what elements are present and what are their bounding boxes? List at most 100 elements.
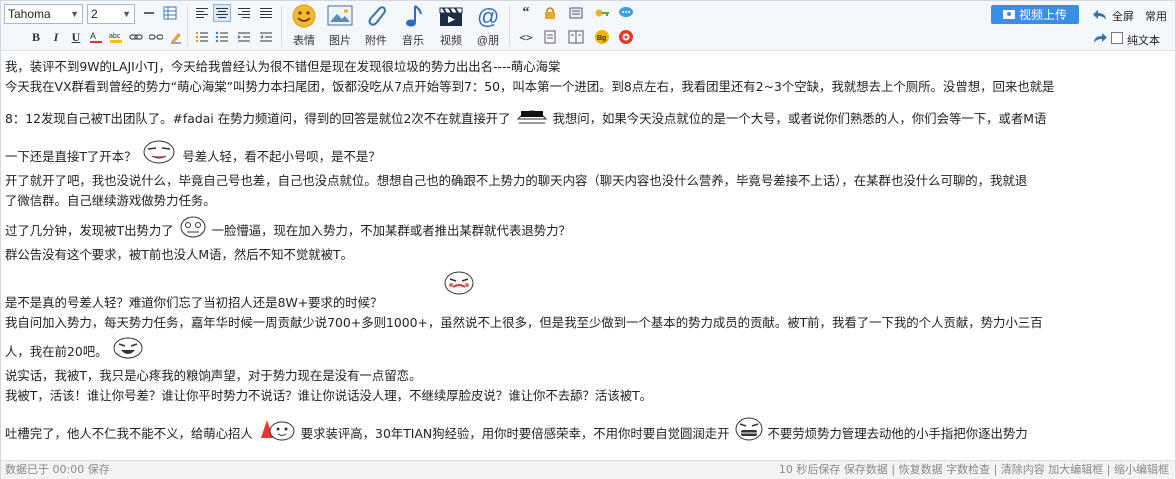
crying-emoticon-icon [441, 269, 477, 303]
key-icon[interactable] [593, 4, 611, 22]
content-line: 要求装评高，30年TIAN狗经验，用你时要倍感荣幸，不用你时要自觉圆润走开 [300, 426, 730, 441]
content-paragraph: 一下还是直接T了开本？ 号差人轻，看不起小号呗，是不是？ [5, 139, 1172, 171]
content-line: 说实话，我被T，我只是心疼我的粮饷声望，对于势力现在是没有一点留恋。 [5, 368, 422, 383]
content-line: 一脸懵逼，现在加入势力，不加某群或者推出某群就代表退势力？ [211, 223, 571, 238]
flash-icon[interactable] [617, 28, 635, 46]
emoticon-row [5, 265, 1172, 295]
status-bar: 数据已于 00:00 保存 10 秒后保存 保存数据 | 恢复数据 字数检查 |… [1, 460, 1175, 479]
sunglasses-emoticon-icon [515, 103, 549, 133]
font-family-select[interactable]: Tahoma ▼ [4, 4, 83, 24]
fullscreen-link[interactable]: 全屏 [1112, 8, 1134, 24]
underline-icon[interactable]: U [67, 28, 85, 46]
attachment-button-label: 附件 [365, 35, 387, 47]
align-right-icon[interactable] [235, 4, 253, 22]
video-upload-label: 视频上传 [1018, 8, 1067, 22]
content-line: 了微信群。自己继续游戏做势力任务。 [5, 193, 216, 208]
unlink-icon[interactable] [147, 28, 165, 46]
status-actions[interactable]: 10 秒后保存 保存数据 | 恢复数据 字数检查 | 清除内容 加大编辑框 | … [779, 461, 1169, 479]
chevron-down-icon: ▼ [122, 9, 131, 19]
align-left-icon[interactable] [193, 4, 211, 22]
table-icon[interactable] [161, 4, 179, 22]
clear-format-icon[interactable] [167, 28, 185, 46]
toolbar-separator [187, 5, 188, 47]
save-status: 数据已于 00:00 保存 [5, 463, 110, 476]
font-color-icon[interactable]: A [87, 28, 105, 46]
content-line: 我，装评不到9W的LAJI小TJ，今天给我曾经认为很不错但是现在发现很垃圾的势力… [5, 59, 561, 74]
redo-icon[interactable] [1091, 29, 1109, 47]
emoji-button[interactable]: 表情 [287, 3, 321, 49]
hide-content-icon[interactable] [567, 4, 585, 22]
at-sign-icon: @ [474, 3, 502, 29]
common-link[interactable]: 常用 [1145, 8, 1167, 24]
link-icon[interactable] [127, 28, 145, 46]
content-line: 号差人轻，看不起小号呗，是不是？ [182, 149, 381, 164]
attachment-button[interactable]: 附件 [359, 3, 393, 49]
image-icon [326, 3, 354, 29]
image-button-label: 图片 [329, 35, 351, 47]
content-line: 今天我在VX群看到曾经的势力“萌心海棠”叫势力本扫尾团，饭都没吃从7点开始等到7… [5, 79, 1055, 94]
laughing-emoticon-icon [111, 336, 145, 366]
svg-text:A: A [90, 31, 96, 41]
quote-icon[interactable]: “ [517, 4, 535, 22]
content-line: 我自问加入势力，每天势力任务，嘉年华时候一周贡献少说700+多则1000+，虽然… [5, 315, 1043, 330]
editor-content[interactable]: 我，装评不到9W的LAJI小TJ，今天给我曾经认为很不错但是现在发现很垃圾的势力… [1, 52, 1175, 460]
grin-emoticon-icon [734, 416, 764, 448]
content-line: 不要劳烦势力管理去动他的小手指把你逐出势力 [767, 426, 1028, 441]
dizzy-emoticon-icon [178, 215, 208, 245]
highlight-icon[interactable]: abc [107, 28, 125, 46]
sneer-emoticon-icon [140, 139, 178, 171]
toolbar-separator [281, 5, 282, 47]
mention-button[interactable]: @ @朋 [471, 3, 505, 49]
content-line: 我想问，如果今天没点就位的是一个大号，或者说你们熟悉的人，你们会等一下，或者M语 [552, 111, 1047, 126]
emoji-button-label: 表情 [293, 35, 315, 47]
camera-icon [1002, 10, 1015, 19]
page-break-icon[interactable] [541, 28, 559, 46]
columns-icon[interactable] [567, 28, 585, 46]
ordered-list-icon[interactable] [193, 28, 211, 46]
content-paragraph: 过了几分钟，发现被T出势力了 一脸懵逼，现在加入势力，不加某群或者推出某群就代表… [5, 215, 1172, 245]
music-button[interactable]: 音乐 [396, 3, 430, 49]
video-button-label: 视频 [440, 35, 462, 47]
unordered-list-icon[interactable] [213, 28, 231, 46]
lock-icon[interactable] [541, 4, 559, 22]
mention-button-label: @朋 [476, 35, 500, 47]
content-paragraph: 吐槽完了，他人不仁我不能不义，给萌心招人 要求装评高，30年TIAN狗经验，用你… [5, 416, 1172, 448]
align-justify-icon[interactable] [257, 4, 275, 22]
svg-text:abc: abc [109, 33, 121, 40]
indent-icon[interactable] [235, 28, 253, 46]
content-line: 8：12发现自己被T出团队了。#fadai 在势力频道问，得到的回答是就位2次不… [5, 111, 511, 126]
image-button[interactable]: 图片 [323, 3, 357, 49]
video-button[interactable]: 视频 [434, 3, 468, 49]
content-line: 人，我在前20吧。 [5, 344, 108, 359]
font-size-select[interactable]: 2 ▼ [87, 4, 135, 24]
background-icon[interactable]: Bg [593, 28, 611, 46]
video-upload-button[interactable]: 视频上传 [991, 5, 1079, 24]
undo-icon[interactable] [1091, 6, 1109, 24]
outdent-icon[interactable] [257, 28, 275, 46]
content-line: 群公告没有这个要求，被T前也没人M语，然后不知不觉就被T。 [5, 247, 353, 262]
editor-toolbar: Tahoma ▼ 2 ▼ B I U A abc 表情 图片 附件 音乐 视频 … [1, 1, 1175, 51]
font-size-value: 2 [91, 7, 98, 21]
code-icon[interactable]: <> [517, 28, 535, 46]
svg-text:Bg: Bg [597, 35, 606, 42]
horizontal-rule-icon[interactable] [140, 4, 158, 22]
content-line: 开了就开了吧，我也没说什么，毕竟自己号也差，自己也没点就位。想想自己也的确跟不上… [5, 173, 1028, 188]
content-line: 过了几分钟，发现被T出势力了 [5, 223, 174, 238]
content-paragraph: 人，我在前20吧。 [5, 336, 1172, 366]
rich-text-editor: Tahoma ▼ 2 ▼ B I U A abc 表情 图片 附件 音乐 视频 … [0, 0, 1176, 479]
smiley-icon [290, 3, 318, 29]
font-family-value: Tahoma [8, 7, 51, 21]
chevron-down-icon: ▼ [70, 9, 79, 19]
clapperboard-icon [437, 3, 465, 29]
chat-bubble-icon[interactable] [617, 4, 635, 22]
party-emoticon-icon [257, 416, 297, 448]
content-line: 一下还是直接T了开本？ [5, 149, 137, 164]
bold-icon[interactable]: B [27, 28, 45, 46]
plain-text-checkbox[interactable] [1111, 32, 1123, 44]
svg-text:@: @ [477, 4, 499, 29]
italic-icon[interactable]: I [47, 28, 65, 46]
align-center-icon[interactable] [213, 4, 231, 22]
content-line: 是不是真的号差人轻？难道你们忘了当初招人还是8W+要求的时候？ [5, 295, 383, 310]
content-line: 我被T，活该！谁让你号差？谁让你平时势力不说话？谁让你说话没人理，不继续厚脸皮说… [5, 388, 653, 403]
content-line: 吐槽完了，他人不仁我不能不义，给萌心招人 [5, 426, 253, 441]
